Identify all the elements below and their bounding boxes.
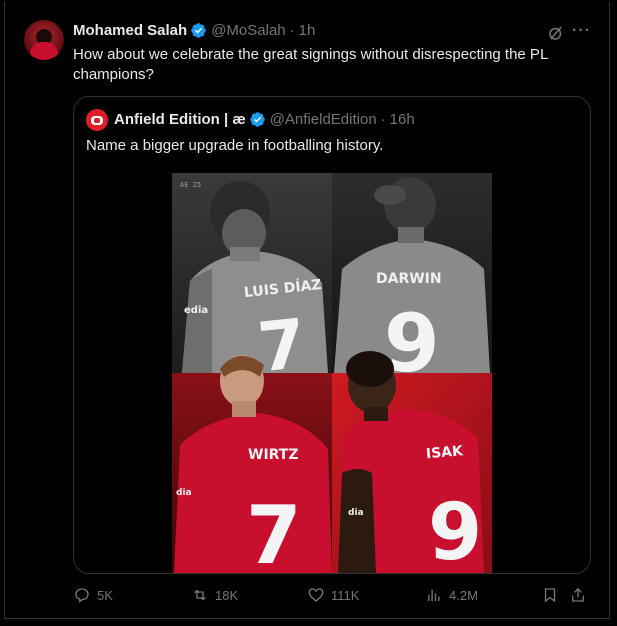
panel-bottom-right: ISAK 9 dia	[332, 351, 492, 573]
quoted-avatar-logo-icon	[91, 115, 103, 125]
quoted-tweet-time[interactable]: 16h	[390, 111, 415, 128]
repost-button[interactable]: 18K	[191, 586, 238, 604]
reply-button[interactable]: 5K	[73, 586, 113, 604]
panel-top-right-name: DARWIN	[376, 271, 442, 287]
panel-bottom-right-sponsor: dia	[348, 508, 364, 518]
views-button[interactable]: 4.2M	[425, 586, 478, 604]
analytics-icon	[428, 589, 440, 601]
tweet-header: Mohamed Salah @MoSalah · 1h	[73, 22, 315, 39]
quoted-tweet-text: Name a bigger upgrade in footballing his…	[86, 137, 384, 154]
bookmark-icon	[544, 588, 556, 603]
avatar-body	[30, 42, 58, 60]
repost-icon	[194, 589, 206, 601]
tweet-time[interactable]: 1h	[299, 22, 316, 39]
author-handle[interactable]: @MoSalah	[211, 22, 285, 39]
heart-icon	[308, 588, 324, 602]
quoted-tweet-header: Anfield Edition | æ @AnfieldEdition · 16…	[114, 111, 415, 128]
author-avatar[interactable]	[24, 20, 64, 60]
quoted-author-avatar[interactable]	[86, 109, 108, 131]
panel-bottom-left-number: 7	[246, 489, 302, 573]
tweet-text: How about we celebrate the great signing…	[73, 46, 548, 83]
quoted-author-handle[interactable]: @AnfieldEdition	[270, 111, 377, 128]
grok-icon[interactable]	[547, 24, 565, 42]
author-name[interactable]: Mohamed Salah	[73, 22, 187, 39]
header-separator: ·	[289, 22, 295, 39]
quoted-author-name[interactable]: Anfield Edition | æ	[114, 111, 246, 128]
like-count: 111K	[331, 587, 360, 603]
repost-count: 18K	[215, 587, 239, 603]
reply-icon	[75, 588, 89, 603]
corner-watermark: AE 25	[180, 181, 201, 189]
like-button[interactable]: 111K	[307, 586, 359, 604]
bookmark-button[interactable]	[541, 586, 565, 604]
reply-count: 5K	[97, 587, 113, 603]
panel-top-left: LUIS DÍAZ 7 edia AE 25	[172, 173, 332, 388]
quoted-verified-badge-icon	[249, 112, 265, 127]
panel-bottom-right-number: 9	[428, 488, 482, 573]
quoted-header-separator: ·	[380, 111, 386, 128]
panel-bottom-right-name: ISAK	[425, 443, 464, 462]
verified-badge-icon	[191, 23, 206, 38]
panel-bottom-left-name: WIRTZ	[248, 447, 299, 463]
panel-bottom-left-sponsor: dia	[176, 488, 192, 498]
tweet-actions-bar: 5K 18K 111K 4.2M	[73, 586, 591, 610]
more-options-icon[interactable]: ···	[572, 22, 591, 40]
panel-top-left-sponsor: edia	[184, 305, 208, 316]
quoted-tweet[interactable]: Anfield Edition | æ @AnfieldEdition · 16…	[73, 96, 591, 574]
share-icon	[572, 588, 584, 602]
panel-bottom-left: WIRTZ 7 dia	[172, 355, 332, 573]
share-button[interactable]	[569, 586, 593, 604]
player-collage-image[interactable]: LUIS DÍAZ 7 edia AE 25 DARWIN 9 WIRTZ 7 …	[172, 173, 492, 573]
view-count: 4.2M	[449, 587, 478, 603]
